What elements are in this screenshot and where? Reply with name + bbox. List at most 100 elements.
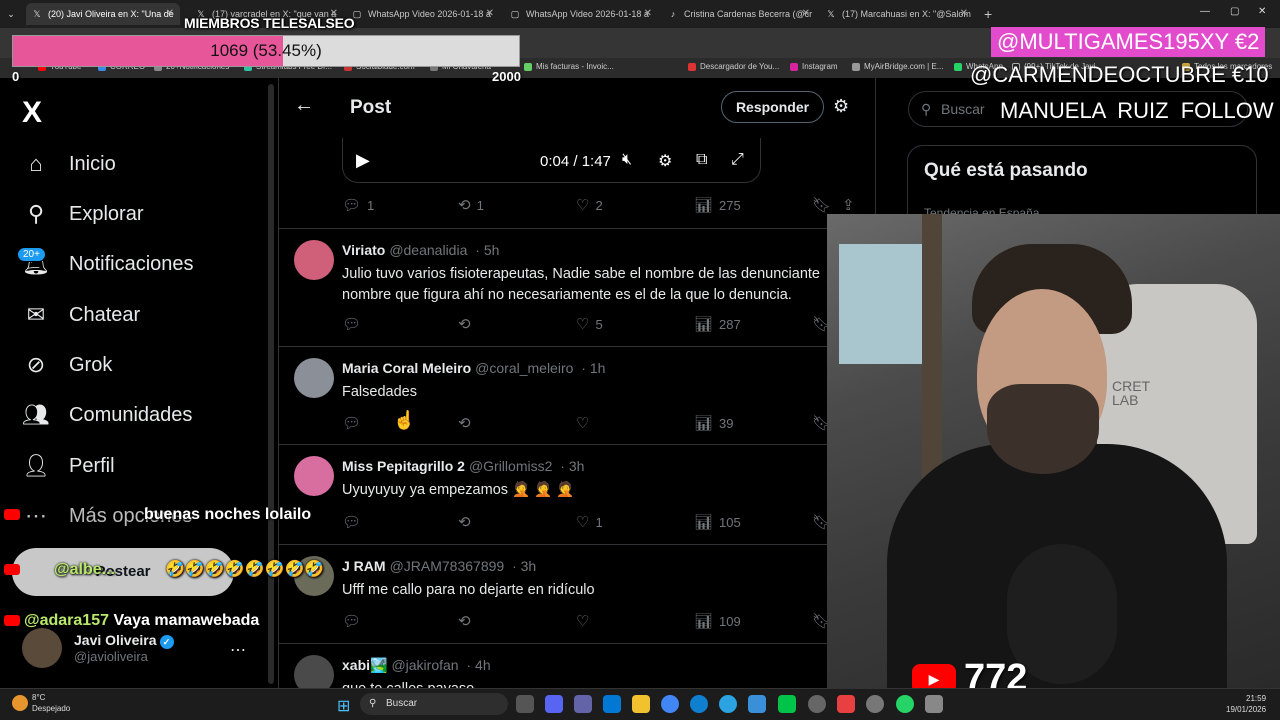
mouse-cursor-icon: ☝ <box>393 410 416 430</box>
sidebar-item-perfil[interactable]: 👤︎ Perfil <box>22 452 115 480</box>
close-icon[interactable]: ✕ <box>644 8 652 19</box>
youtube-icon <box>4 564 20 576</box>
chrome-icon[interactable] <box>661 695 679 713</box>
views-action[interactable]: 📊︎ 109 <box>694 612 741 630</box>
reply-action[interactable]: 💬︎ <box>342 315 367 333</box>
obs-icon[interactable] <box>808 695 826 713</box>
minimize-icon[interactable]: — <box>1200 6 1210 17</box>
browser-tab-4[interactable]: ▢ WhatsApp Video 2026-01-18 a ✕ <box>504 3 658 25</box>
reply-action-bar: 💬︎ ⟲ ♡ 1 📊︎ 105 🔖︎ <box>342 513 862 533</box>
repost-action[interactable]: ⟲ <box>458 513 477 531</box>
windows-start-icon[interactable]: ⊞ <box>337 696 350 716</box>
taskbar-search[interactable]: ⚲ Buscar <box>360 693 508 715</box>
tab-search-button[interactable]: ⌄ <box>0 3 26 25</box>
app-icon[interactable] <box>748 695 766 713</box>
close-icon[interactable]: ✕ <box>166 8 174 19</box>
tweet-text: que te calles payaso <box>342 679 862 688</box>
like-action[interactable]: ♡ 1 <box>576 513 603 531</box>
share-action[interactable]: ⇪ <box>842 196 861 214</box>
whatsapp-icon[interactable] <box>896 695 914 713</box>
close-window-icon[interactable]: ✕ <box>1258 6 1266 17</box>
bookmark-myairbridge[interactable]: MyAirBridge.com | E... <box>852 62 943 71</box>
reply-tweet[interactable]: xabi🏞️@jakirofan · 4h que te calles paya… <box>278 643 876 688</box>
bookmark-icon: 🔖︎ <box>812 197 832 214</box>
browser-tab-1[interactable]: 𝕏 (20) Javi Oliveira en X: "Una de ✕ <box>26 3 180 25</box>
like-action[interactable]: ♡ 5 <box>576 315 603 333</box>
reply-action[interactable]: 💬︎ <box>342 414 367 432</box>
reply-action[interactable]: 💬︎ 1 <box>342 196 374 214</box>
app-icon[interactable] <box>837 695 855 713</box>
chat-message: @adara157 Vaya mamawebada <box>4 612 259 630</box>
sidebar-item-explorar[interactable]: ⚲ Explorar <box>22 200 144 228</box>
weather-widget[interactable]: 8°C Despejado <box>8 692 70 714</box>
scrollbar[interactable] <box>268 84 274 684</box>
teams-icon[interactable] <box>574 695 592 713</box>
comment-icon: 💬︎ <box>342 415 362 432</box>
views-action[interactable]: 📊︎ 105 <box>694 513 741 531</box>
account-more-icon[interactable]: ⋯ <box>230 640 246 660</box>
avatar <box>294 358 334 398</box>
monitor <box>839 244 929 364</box>
reply-action[interactable]: 💬︎ <box>342 612 367 630</box>
bookmark-descargador[interactable]: Descargador de You... <box>688 62 779 71</box>
donation-alert: @MULTIGAMES195XY €2 <box>991 27 1266 57</box>
chat-message: @albe... 🤣🤣🤣🤣🤣🤣🤣🤣 <box>4 559 324 579</box>
pip-icon[interactable]: ⧉ <box>696 151 707 169</box>
discord-icon[interactable] <box>545 695 563 713</box>
fullscreen-icon[interactable]: ⤢ <box>731 151 744 169</box>
sidebar-item-grok[interactable]: ⊘ Grok <box>22 351 113 379</box>
telegram-icon[interactable] <box>719 695 737 713</box>
maximize-icon[interactable]: ▢ <box>1230 6 1239 17</box>
account-switcher[interactable]: Javi Oliveira ✓ @javioliveira <box>22 628 174 668</box>
browser-tab-3[interactable]: ▢ WhatsApp Video 2026-01-18 a ✕ <box>346 3 500 25</box>
browser-tab-6[interactable]: 𝕏 (17) Marcahuasi en X: "@Salom ✕ <box>820 3 974 25</box>
author-name: Viriato <box>342 242 386 258</box>
mute-icon[interactable]: 🔇︎ <box>622 151 632 169</box>
close-icon[interactable]: ✕ <box>960 8 968 19</box>
bookmark-action[interactable]: 🔖︎ <box>812 196 837 214</box>
home-icon: ⌂ <box>29 151 43 176</box>
back-arrow-icon[interactable]: ← <box>294 94 314 117</box>
account-handle: @javioliveira <box>74 649 148 664</box>
webcam-feed: CRET LAB <box>827 214 1280 688</box>
sidebar-item-inicio[interactable]: ⌂ Inicio <box>22 150 115 178</box>
settings-sliders-icon[interactable]: ⚙ <box>833 96 849 117</box>
sidebar-item-notificaciones[interactable]: 🔔︎ Notificaciones <box>22 250 193 278</box>
views-action[interactable]: 📊︎ 39 <box>694 414 734 432</box>
comment-icon: 💬︎ <box>342 514 362 531</box>
like-action[interactable]: ♡ 2 <box>576 196 603 214</box>
like-action[interactable]: ♡ <box>576 612 595 630</box>
app-icon[interactable] <box>866 695 884 713</box>
reply-button[interactable]: Responder <box>721 91 824 123</box>
views-action[interactable]: 📊︎ 275 <box>694 196 741 214</box>
browser-tab-5[interactable]: ♪ Cristina Cardenas Becerra (@cr ✕ <box>662 3 816 25</box>
whatsapp-icon <box>954 62 962 71</box>
sidebar-item-chatear[interactable]: ✉ Chatear <box>22 301 140 329</box>
edge-icon[interactable] <box>690 695 708 713</box>
close-icon[interactable]: ✕ <box>802 8 810 19</box>
task-view-icon[interactable] <box>516 695 534 713</box>
app-icon[interactable] <box>925 695 943 713</box>
repost-action[interactable]: ⟲ <box>458 612 477 630</box>
repost-action[interactable]: ⟲ <box>458 414 477 432</box>
like-action[interactable]: ♡ <box>576 414 595 432</box>
reply-action[interactable]: 💬︎ <box>342 513 367 531</box>
bookmark-facturas[interactable]: Mis facturas - Invoic... <box>524 62 614 71</box>
repost-action[interactable]: ⟲ 1 <box>458 196 484 214</box>
system-clock[interactable]: 21:59 19/01/2026 <box>1226 693 1266 715</box>
capcut-icon[interactable] <box>778 695 796 713</box>
tab-title: (17) Marcahuasi en X: "@Salom <box>842 9 971 19</box>
repost-action[interactable]: ⟲ <box>458 315 477 333</box>
play-icon[interactable]: ▶ <box>356 150 370 171</box>
views-action[interactable]: 📊︎ 287 <box>694 315 741 333</box>
new-tab-button[interactable]: + <box>978 3 998 25</box>
avatar <box>294 456 334 496</box>
sidebar-item-comunidades[interactable]: 👥︎ Comunidades <box>22 401 192 429</box>
bookmark-instagram[interactable]: Instagram <box>790 62 838 71</box>
gear-icon[interactable]: ⚙ <box>658 151 672 171</box>
close-icon[interactable]: ✕ <box>486 8 494 19</box>
folder-icon[interactable] <box>632 695 650 713</box>
outlook-icon[interactable] <box>603 695 621 713</box>
share-icon: ⇪ <box>842 197 855 214</box>
x-logo[interactable]: X <box>22 96 42 130</box>
